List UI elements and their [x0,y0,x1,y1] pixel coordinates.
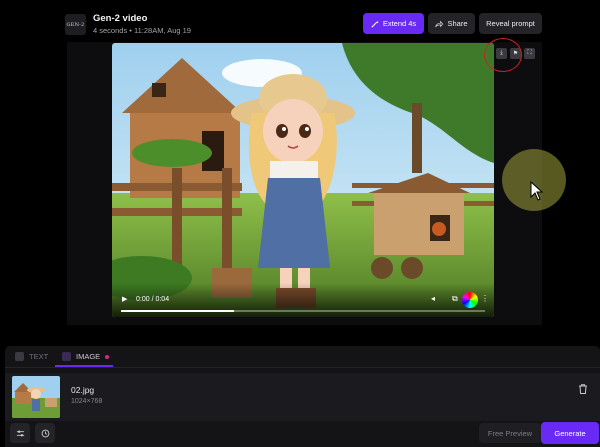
uploaded-file: 02.jpg 1024×768 [5,373,600,421]
video-time: 0:00 / 0:04 [136,296,170,303]
tab-image-label: IMAGE [76,352,101,361]
tab-text-label: TEXT [29,352,49,361]
panel-footer: Free Preview Generate [5,421,600,447]
picture-in-picture-icon[interactable]: ⧉ [452,294,458,304]
clock-icon [41,429,49,437]
share-icon [435,20,444,27]
sliders-icon [16,430,24,436]
active-dot [105,354,110,359]
file-dimensions: 1024×768 [71,398,103,405]
tab-image[interactable]: IMAGE [62,352,110,361]
volume-icon[interactable]: ◂ [431,294,435,303]
file-thumbnail-image [12,376,60,418]
fullscreen-icon[interactable]: ⛶ [524,48,535,59]
color-wheel-icon[interactable] [462,292,478,308]
generate-button[interactable]: Generate [541,422,599,444]
share-button[interactable]: Share [428,13,475,34]
trash-icon[interactable] [577,383,589,395]
project-thumbnail: GEN-2 [65,14,86,35]
more-options-icon[interactable]: ⋮ [481,294,489,303]
share-label: Share [447,19,468,28]
video-progress-bar[interactable] [121,310,485,312]
history-button[interactable] [35,423,55,443]
page-title: Gen-2 video [93,13,148,24]
video-player[interactable]: ▶ 0:00 / 0:04 ◂ ⧉ ⋮ [112,43,494,317]
tab-text[interactable]: TEXT [15,352,48,361]
input-panel: TEXT IMAGE 02.jpg 1024×768 Free Preview … [5,346,600,447]
image-icon [62,352,71,361]
header: GEN-2 Gen-2 video 4 seconds • 11:28AM, A… [0,0,600,42]
active-tab-indicator [55,365,113,367]
video-frame-illustration [112,43,494,317]
input-tabs: TEXT IMAGE [5,346,600,368]
settings-button[interactable] [10,423,30,443]
highlight-ring [484,38,522,72]
wand-icon [371,20,379,28]
extend-label: Extend 4s [382,19,417,28]
video-progress-fill [121,310,234,312]
video-controls: ▶ 0:00 / 0:04 ◂ ⧉ ⋮ [112,283,494,317]
file-name: 02.jpg [71,385,95,395]
mouse-cursor-icon [530,181,544,201]
text-icon [15,352,24,361]
video-meta: 4 seconds • 11:28AM, Aug 19 [93,26,191,35]
free-preview-button[interactable]: Free Preview [479,423,541,443]
play-icon[interactable]: ▶ [122,295,127,303]
reveal-prompt-label: Reveal prompt [486,19,535,28]
extend-button[interactable]: Extend 4s [363,13,424,34]
reveal-prompt-button[interactable]: Reveal prompt [479,13,542,34]
cursor-highlight [502,149,566,211]
file-thumbnail [12,376,60,418]
